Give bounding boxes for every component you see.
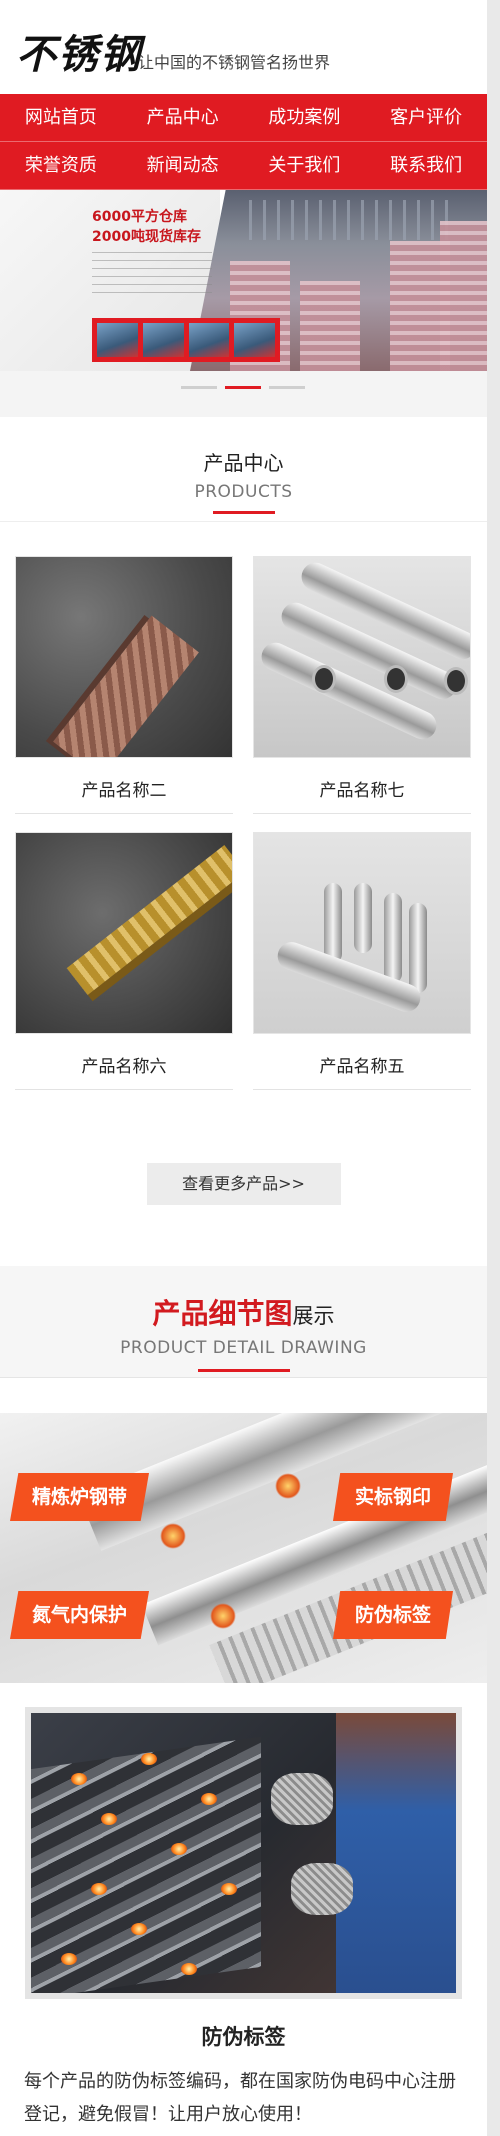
product-name[interactable]: 产品名称六 <box>15 1052 233 1090</box>
section-title: 产品中心 <box>203 451 284 475</box>
nav-item-home[interactable]: 网站首页 <box>0 94 122 142</box>
site-header: 不锈钢 让中国的不锈钢管名扬世界 <box>0 0 487 94</box>
product-image[interactable] <box>15 832 233 1034</box>
detail-title-rest: 展示 <box>292 1304 335 1328</box>
products-section-header: 产品中心 PRODUCTS <box>0 417 487 522</box>
site-slogan: 让中国的不锈钢管名扬世界 <box>138 53 331 72</box>
nav-item-cases[interactable]: 成功案例 <box>243 94 366 142</box>
product-card[interactable]: 产品名称五 <box>253 832 471 1108</box>
banner-headline-2: 2000吨现货库存 <box>92 229 201 245</box>
product-name[interactable]: 产品名称七 <box>253 776 471 814</box>
banner-description <box>92 252 212 300</box>
anti-counterfeit-photo <box>25 1707 462 1999</box>
section-subtitle: PRODUCTS <box>194 482 293 502</box>
feature-tag: 实标钢印 <box>333 1473 454 1521</box>
feature-photo-wrap <box>0 1683 487 1999</box>
nav-item-about[interactable]: 关于我们 <box>243 142 366 190</box>
glow-marker <box>210 1603 236 1629</box>
detail-title-highlight: 产品细节图 <box>152 1297 293 1330</box>
product-card[interactable]: 产品名称二 <box>15 556 233 832</box>
title-underline <box>212 511 275 514</box>
feature-caption-text: 每个产品的防伪标签编码，都在国家防伪电码中心注册登记，避免假冒！让用户放心使用！ <box>24 2071 456 2125</box>
feature-tag: 精炼炉钢带 <box>10 1473 150 1521</box>
title-underline <box>197 1369 290 1372</box>
product-name[interactable]: 产品名称二 <box>15 776 233 814</box>
nav-item-news[interactable]: 新闻动态 <box>121 142 244 190</box>
nav-item-reviews[interactable]: 客户评价 <box>365 94 487 142</box>
glow-marker <box>275 1473 301 1499</box>
site-logo[interactable]: 不锈钢 <box>16 22 142 80</box>
nav-item-contact[interactable]: 联系我们 <box>365 142 487 190</box>
more-products-wrap: 查看更多产品>> <box>0 1108 487 1266</box>
detail-subtitle: PRODUCT DETAIL DRAWING <box>120 1338 367 1358</box>
nav-item-products[interactable]: 产品中心 <box>121 94 244 142</box>
product-card[interactable]: 产品名称六 <box>15 832 233 1108</box>
page-scrollbar[interactable] <box>487 0 500 2136</box>
hero-banner[interactable]: 6000平方仓库 2000吨现货库存 <box>0 190 487 371</box>
nav-item-honors[interactable]: 荣誉资质 <box>0 142 122 190</box>
slider-dot[interactable] <box>269 386 305 389</box>
detail-section-header: 产品细节图展示 PRODUCT DETAIL DRAWING <box>0 1266 487 1378</box>
feature-tag: 氮气内保护 <box>10 1591 150 1639</box>
main-nav: 网站首页 产品中心 成功案例 客户评价 荣誉资质 新闻动态 关于我们 联系我们 <box>0 94 487 190</box>
detail-feature-image: 精炼炉钢带 实标钢印 氮气内保护 防伪标签 <box>0 1413 487 1683</box>
product-card[interactable]: 产品名称七 <box>253 556 471 832</box>
banner-headline-1: 6000平方仓库 <box>92 209 187 225</box>
slider-pagination <box>0 371 487 417</box>
banner-thumbnails <box>92 318 280 362</box>
feature-tag: 防伪标签 <box>333 1591 454 1639</box>
page: 不锈钢 让中国的不锈钢管名扬世界 网站首页 产品中心 成功案例 客户评价 荣誉资… <box>0 0 487 2136</box>
product-image[interactable] <box>253 832 471 1034</box>
feature-caption-title: 防伪标签 <box>201 2025 286 2049</box>
slider-dot[interactable] <box>181 386 217 389</box>
view-more-products-button[interactable]: 查看更多产品>> <box>146 1163 341 1205</box>
product-image[interactable] <box>253 556 471 758</box>
product-name[interactable]: 产品名称五 <box>253 1052 471 1090</box>
product-image[interactable] <box>15 556 233 758</box>
slider-dot-active[interactable] <box>225 386 261 389</box>
glow-marker <box>160 1523 186 1549</box>
product-grid: 产品名称二 产品名称七 产品名称六 产品名称五 <box>0 522 487 1108</box>
